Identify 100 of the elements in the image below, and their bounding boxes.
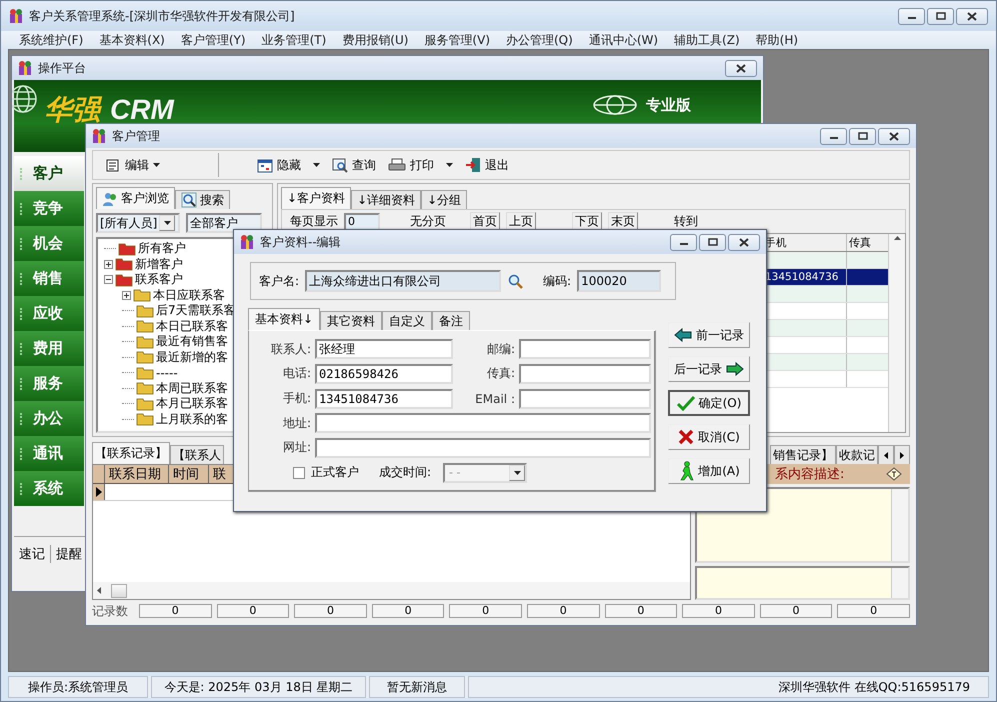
nav-item[interactable]: 办公 xyxy=(14,401,84,436)
close-button[interactable] xyxy=(956,8,988,24)
tab[interactable]: 搜索 xyxy=(175,190,230,209)
dialog-button[interactable]: 确定(O) xyxy=(668,390,750,416)
dialog-button[interactable]: 取消(C) xyxy=(668,424,750,450)
tab[interactable]: ↓详细资料 xyxy=(351,190,422,209)
tab[interactable]: 速记 xyxy=(14,545,51,563)
tab[interactable]: 【联系记录】 xyxy=(92,442,170,464)
menu-item[interactable]: 基本资料(X) xyxy=(91,31,173,49)
close-button[interactable] xyxy=(725,60,757,76)
input-field[interactable]: 02186598426 xyxy=(315,364,453,384)
tree-item[interactable]: 本周已联系客 xyxy=(156,380,228,397)
dialog-button[interactable]: 前一记录 xyxy=(668,322,750,348)
close-button[interactable] xyxy=(728,234,760,250)
first-page-button[interactable]: 首页 xyxy=(470,212,500,232)
tab[interactable]: 基本资料↓ xyxy=(248,308,320,330)
customer-dropdown[interactable]: 全部客户 xyxy=(186,213,262,233)
code-field[interactable]: 100020 xyxy=(577,270,662,292)
staff-dropdown[interactable]: [所有人员] xyxy=(96,213,180,233)
tree-item[interactable]: 本月已联系客 xyxy=(156,395,228,412)
tree-item[interactable]: 联系客户 xyxy=(135,271,183,288)
menu-item[interactable]: 服务管理(V) xyxy=(416,31,498,49)
tab[interactable]: ↓客户资料 xyxy=(281,187,352,209)
menu-item[interactable]: 通讯中心(W) xyxy=(580,31,666,49)
note-field[interactable] xyxy=(695,566,910,600)
input-field[interactable] xyxy=(519,388,651,409)
nav-item[interactable]: 应收 xyxy=(14,296,84,331)
maximize-button[interactable] xyxy=(927,8,954,24)
scroll-left-button[interactable] xyxy=(878,445,894,464)
nav-item[interactable]: 机会 xyxy=(14,226,84,261)
input-field[interactable] xyxy=(519,339,651,360)
dialog-button[interactable]: 后一记录 xyxy=(668,356,750,382)
nav-item[interactable]: 系统 xyxy=(14,471,84,506)
record-count: 0 xyxy=(372,604,444,618)
tree-item[interactable]: 本日已联系客 xyxy=(156,318,228,335)
toolbar-button[interactable]: 查询 xyxy=(328,154,380,176)
scroll-thumb[interactable] xyxy=(111,584,127,598)
dialog-button[interactable]: 增加(A) xyxy=(668,458,750,484)
checkbox[interactable] xyxy=(293,466,305,479)
menu-item[interactable]: 办公管理(Q) xyxy=(498,31,581,49)
nav-item[interactable]: 服务 xyxy=(14,366,84,401)
toolbar-button[interactable]: 退出 xyxy=(461,154,513,176)
tree-item[interactable]: 新增客户 xyxy=(135,256,183,273)
search-icon[interactable] xyxy=(507,273,524,289)
tree-item[interactable]: ----- xyxy=(156,366,178,380)
scroll-right-button[interactable] xyxy=(894,445,910,464)
nav-item[interactable]: 竞争 xyxy=(14,191,84,226)
toolbar-button[interactable]: 隐藏 xyxy=(253,154,305,176)
maximize-button[interactable] xyxy=(849,128,876,144)
menu-item[interactable]: 业务管理(T) xyxy=(254,31,334,49)
tree-item[interactable]: 最近新增的客 xyxy=(156,348,228,366)
last-page-button[interactable]: 末页 xyxy=(608,212,638,232)
record-count: 0 xyxy=(604,604,678,618)
maximize-icon xyxy=(708,238,718,246)
input-field[interactable] xyxy=(315,438,651,458)
check-icon xyxy=(676,395,695,411)
tab[interactable]: 收款记 xyxy=(836,445,878,464)
nav-item[interactable]: 销售 xyxy=(14,261,84,296)
menu-item[interactable]: 系统维护(F) xyxy=(11,31,92,49)
logo-text: CRM xyxy=(110,94,174,126)
close-button[interactable] xyxy=(878,128,910,144)
tree-item[interactable]: 上月联系的客 xyxy=(156,410,228,428)
menu-item[interactable]: 客户管理(Y) xyxy=(172,31,254,49)
tab[interactable]: 销售记录】 xyxy=(770,445,836,464)
toolbar-button[interactable]: 编辑 xyxy=(101,154,164,176)
customer-name-field[interactable]: 上海众缔进出口有限公司 xyxy=(305,270,502,292)
tab[interactable]: 客户浏览 xyxy=(96,187,175,209)
menu-item[interactable]: 帮助(H) xyxy=(748,31,806,49)
minimize-button[interactable] xyxy=(898,8,925,24)
tab[interactable]: 备注 xyxy=(432,311,470,330)
nav-item[interactable]: 费用 xyxy=(14,331,84,366)
maximize-button[interactable] xyxy=(699,234,726,250)
input-field[interactable]: 13451084736 xyxy=(315,388,453,409)
tab[interactable]: ↓分组 xyxy=(421,190,468,209)
record-count: 0 xyxy=(837,604,910,618)
input-field[interactable] xyxy=(519,364,651,384)
next-page-button[interactable]: 下页 xyxy=(572,212,602,232)
tab[interactable]: 其它资料 xyxy=(320,311,382,330)
expand-toggle[interactable] xyxy=(104,275,113,284)
expand-toggle[interactable] xyxy=(104,260,113,269)
checkbox-label: 正式客户 xyxy=(311,464,359,482)
page-size-field[interactable]: 0 xyxy=(344,212,380,230)
scrollbar[interactable] xyxy=(888,234,905,432)
toolbar-button[interactable]: 打印 xyxy=(384,154,438,176)
tree-item[interactable]: 最近有销售客 xyxy=(156,333,228,350)
menu-item[interactable]: 费用报销(U) xyxy=(334,31,416,49)
tree-item[interactable]: 所有客户 xyxy=(138,240,186,258)
tab[interactable]: 【联系人 xyxy=(170,445,224,464)
input-field[interactable] xyxy=(315,413,651,434)
tab[interactable]: 自定义 xyxy=(382,311,432,330)
minimize-button[interactable] xyxy=(820,128,847,144)
expand-toggle[interactable] xyxy=(122,290,131,300)
nav-item[interactable]: 通讯 xyxy=(14,436,84,471)
previous-page-button[interactable]: 上页 xyxy=(506,212,536,232)
menu-item[interactable]: 辅助工具(Z) xyxy=(666,31,748,49)
nav-item[interactable]: 客户 xyxy=(14,156,84,191)
scrollbar[interactable] xyxy=(93,582,690,599)
input-field[interactable]: 张经理 xyxy=(315,339,453,360)
minimize-button[interactable] xyxy=(670,234,697,250)
tree-item[interactable]: 本日应联系客 xyxy=(153,286,225,304)
